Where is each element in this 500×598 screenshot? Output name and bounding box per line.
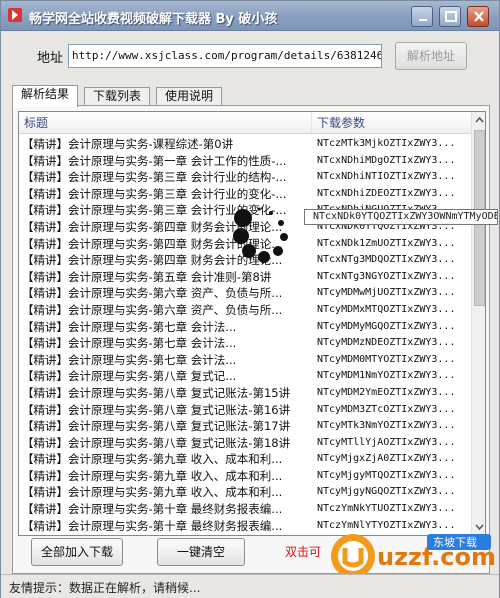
tab-parse-results[interactable]: 解析结果 bbox=[12, 85, 79, 107]
row-title: 【精讲】会计原理与实务-第八章 复式记... bbox=[22, 369, 237, 384]
table-row[interactable]: 【精讲】会计原理与实务-第八章 复式记账法-第15讲 NTcyMDM2YmEOZT… bbox=[19, 385, 471, 402]
minimize-icon bbox=[419, 19, 427, 21]
table-row[interactable]: 【精讲】会计原理与实务-第八章 复式记账法-第17讲 NTcyMTk3NmYOZT… bbox=[19, 418, 471, 435]
row-download-param: NTcxNTg3NGYOZTIxZWY3... bbox=[317, 270, 456, 282]
status-text: 友情提示：数据正在解析，请稍候... bbox=[9, 581, 201, 595]
row-download-param: NTcyMjgyMTQOZTIxZWY3... bbox=[317, 469, 456, 481]
tab-instructions[interactable]: 使用说明 bbox=[156, 87, 223, 106]
row-title: 【精讲】会计原理与实务-第十章 最终财务报表编... bbox=[22, 518, 283, 533]
row-title: 【精讲】会计原理与实务-第八章 复式记账法-第15讲 bbox=[22, 385, 291, 400]
close-icon bbox=[474, 11, 484, 22]
table-row[interactable]: 【精讲】会计原理与实务-第八章 复式记账法-第16讲 NTcyMDM3ZTcOZT… bbox=[19, 402, 471, 419]
title-bar[interactable]: 畅学网全站收费视频破解下载器 By 破小孩 bbox=[1, 1, 499, 31]
close-button[interactable] bbox=[467, 6, 489, 27]
table-row[interactable]: 【精讲】会计原理与实务-第一章 会计工作的性质-... NTcxNDhiMDgOZ… bbox=[19, 153, 471, 170]
minimize-button[interactable] bbox=[411, 6, 433, 27]
row-title: 【精讲】会计原理与实务-第七章 会计法... bbox=[22, 319, 237, 334]
maximize-button[interactable] bbox=[439, 6, 461, 27]
scroll-up-arrow[interactable] bbox=[472, 112, 485, 128]
tab-download-list[interactable]: 下载列表 bbox=[84, 87, 151, 106]
table-row[interactable]: 【精讲】会计原理与实务-第七章 会计法... NTcyMDMyMGQOZTIxZW… bbox=[19, 319, 471, 336]
row-title: 【精讲】会计原理与实务-课程综述-第0讲 bbox=[22, 137, 234, 151]
param-tooltip: NTcxNDk0YTQOZTIxZWY3OWNmYTMyODEz bbox=[304, 209, 498, 225]
row-title: 【精讲】会计原理与实务-第六章 资产、负债与所... bbox=[22, 286, 283, 301]
address-input[interactable]: http://www.xsjclass.com/program/details/… bbox=[68, 44, 382, 68]
main-window: 畅学网全站收费视频破解下载器 By 破小孩 地址 http://www.xsjc… bbox=[0, 0, 500, 598]
table-row[interactable]: 【精讲】会计原理与实务-第八章 复式记... NTcyMDM1NmYOZTIxZW… bbox=[19, 368, 471, 385]
svg-text:东坡下载: 东坡下载 bbox=[433, 536, 477, 549]
row-download-param: NTcxNDhiNTIOZTIxZWY3... bbox=[317, 171, 456, 183]
row-title: 【精讲】会计原理与实务-第十章 最终财务报表编... bbox=[22, 502, 283, 517]
table-row[interactable]: 【精讲】会计原理与实务-第六章 资产、负债与所... NTcyMDMxMTQOZT… bbox=[19, 302, 471, 319]
row-title: 【精讲】会计原理与实务-第六章 资产、负债与所... bbox=[22, 302, 283, 317]
table-row[interactable]: 【精讲】会计原理与实务-第十章 最终财务报表编... NTczYmNkYTUOZT… bbox=[19, 501, 471, 518]
table-row[interactable]: 【精讲】会计原理与实务-第三章 会计行业的结构-... NTcxNDhiNTIOZ… bbox=[19, 169, 471, 186]
add-all-to-download-button[interactable]: 全部加入下载 bbox=[31, 538, 123, 566]
tab-panel: 标题 下载参数 【精讲】会计原理与实务-课程综述-第0讲 NTczMTk3MjkO… bbox=[12, 105, 490, 574]
row-download-param: NTcxNDhiMDgOZTIxZWY3... bbox=[317, 154, 456, 166]
row-title: 【精讲】会计原理与实务-第一章 会计工作的性质-... bbox=[22, 153, 287, 168]
row-title: 【精讲】会计原理与实务-第九章 收入、成本和利... bbox=[22, 468, 283, 483]
window-title: 畅学网全站收费视频破解下载器 By 破小孩 bbox=[29, 12, 278, 27]
row-download-param: NTcxNTg3MDQOZTIxZWY3... bbox=[317, 254, 456, 266]
status-bar: 友情提示：数据正在解析，请稍候... bbox=[1, 574, 499, 598]
row-title: 【精讲】会计原理与实务-第八章 复式记账法-第18讲 bbox=[22, 435, 291, 450]
clear-all-button[interactable]: 一键清空 bbox=[157, 538, 245, 566]
row-title: 【精讲】会计原理与实务-第十章 最终财务报表编... bbox=[22, 534, 312, 535]
table-row[interactable]: 【精讲】会计原理与实务-第九章 收入、成本和利... NTcyMjgyNGQOZT… bbox=[19, 484, 471, 501]
row-download-param: NTcyMTk3NmYOZTIxZWY3... bbox=[317, 420, 456, 432]
app-logo-icon bbox=[8, 8, 22, 22]
row-download-param: NTcyMDMxMTQOZTIxZWY3... bbox=[317, 303, 456, 315]
row-download-param: NTcyMTllYjAOZTIxZWY3... bbox=[317, 436, 456, 448]
row-download-param: NTcxNDhiZDEOZTIxZWY3... bbox=[317, 187, 456, 199]
table-row[interactable]: 【精讲】会计原理与实务-第七章 会计法... NTcyMDMzNDEOZTIxZW… bbox=[19, 335, 471, 352]
results-list[interactable]: 标题 下载参数 【精讲】会计原理与实务-课程综述-第0讲 NTczMTk3MjkO… bbox=[18, 111, 486, 536]
row-title: 【精讲】会计原理与实务-第七章 会计法... bbox=[22, 352, 237, 367]
table-row[interactable]: 【精讲】会计原理与实务-课程综述-第0讲 NTczMTk3MjkOZTIxZWY3… bbox=[19, 136, 471, 153]
column-header-title[interactable]: 标题 bbox=[19, 112, 312, 134]
table-row[interactable]: 【精讲】会计原理与实务-第九章 收入、成本和利... NTcyMjgxZjA0ZT… bbox=[19, 451, 471, 468]
row-download-param: NTcyMDM1NmYOZTIxZWY3... bbox=[317, 370, 456, 382]
row-title: 【精讲】会计原理与实务-第五章 会计准则-第8讲 bbox=[22, 269, 272, 284]
loading-spinner-icon bbox=[233, 207, 288, 263]
row-download-param: NTcxNDk1ZmUOZTIxZWY3... bbox=[317, 237, 456, 249]
row-title: 【精讲】会计原理与实务-第七章 会计法... bbox=[22, 336, 237, 351]
row-download-param: NTczYmNkYTUOZTIxZWY3... bbox=[317, 503, 456, 515]
list-header: 标题 下载参数 bbox=[19, 112, 471, 134]
table-row[interactable]: 【精讲】会计原理与实务-第八章 复式记账法-第18讲 NTcyMTllYjAOZT… bbox=[19, 435, 471, 452]
row-download-param: NTcyMDM2YmEOZTIxZWY3... bbox=[317, 386, 456, 398]
watermark-logo: uzzf.com 东坡下载 bbox=[331, 534, 496, 578]
row-download-param: NTcyMDMzNDEOZTIxZWY3... bbox=[317, 337, 456, 349]
chevron-up-icon bbox=[475, 116, 484, 123]
row-title: 【精讲】会计原理与实务-第八章 复式记账法-第17讲 bbox=[22, 419, 291, 434]
table-row[interactable]: 【精讲】会计原理与实务-第六章 资产、负债与所... NTcyMDMwMjUOZT… bbox=[19, 285, 471, 302]
row-download-param: NTcyMjgyNGQOZTIxZWY3... bbox=[317, 486, 456, 498]
row-download-param: NTcyMDM3ZTcOZTIxZWY3... bbox=[317, 403, 456, 415]
table-row[interactable]: 【精讲】会计原理与实务-第七章 会计法... NTcyMDM0MTYOZTIxZW… bbox=[19, 352, 471, 369]
column-header-param[interactable]: 下载参数 bbox=[312, 112, 471, 134]
row-title: 【精讲】会计原理与实务-第三章 会计行业的结构-... bbox=[22, 170, 287, 185]
row-title: 【精讲】会计原理与实务-第八章 复式记账法-第16讲 bbox=[22, 402, 291, 417]
row-download-param: NTcyMjgxZjA0ZTIxZWY3... bbox=[317, 453, 456, 465]
row-download-param: NTcyMDMwMjUOZTIxZWY3... bbox=[317, 287, 456, 299]
row-title: 【精讲】会计原理与实务-第九章 收入、成本和利... bbox=[22, 452, 283, 467]
row-download-param: NTcyMDMyMGQOZTIxZWY3... bbox=[317, 320, 456, 332]
address-label: 地址 bbox=[37, 51, 64, 66]
parse-address-button[interactable]: 解析地址 bbox=[395, 42, 467, 70]
maximize-icon bbox=[445, 11, 457, 22]
vertical-scrollbar[interactable] bbox=[471, 112, 485, 535]
table-row[interactable]: 【精讲】会计原理与实务-第五章 会计准则-第8讲 NTcxNTg3NGYOZTIx… bbox=[19, 269, 471, 286]
row-download-param: NTcyMDM0MTYOZTIxZWY3... bbox=[317, 353, 456, 365]
row-title: 【精讲】会计原理与实务-第九章 收入、成本和利... bbox=[22, 485, 283, 500]
double-click-hint: 双击可 bbox=[285, 545, 322, 559]
table-row[interactable]: 【精讲】会计原理与实务-第九章 收入、成本和利... NTcyMjgyMTQOZT… bbox=[19, 468, 471, 485]
row-download-param: NTczMTk3MjkOZTIxZWY3... bbox=[317, 138, 456, 149]
